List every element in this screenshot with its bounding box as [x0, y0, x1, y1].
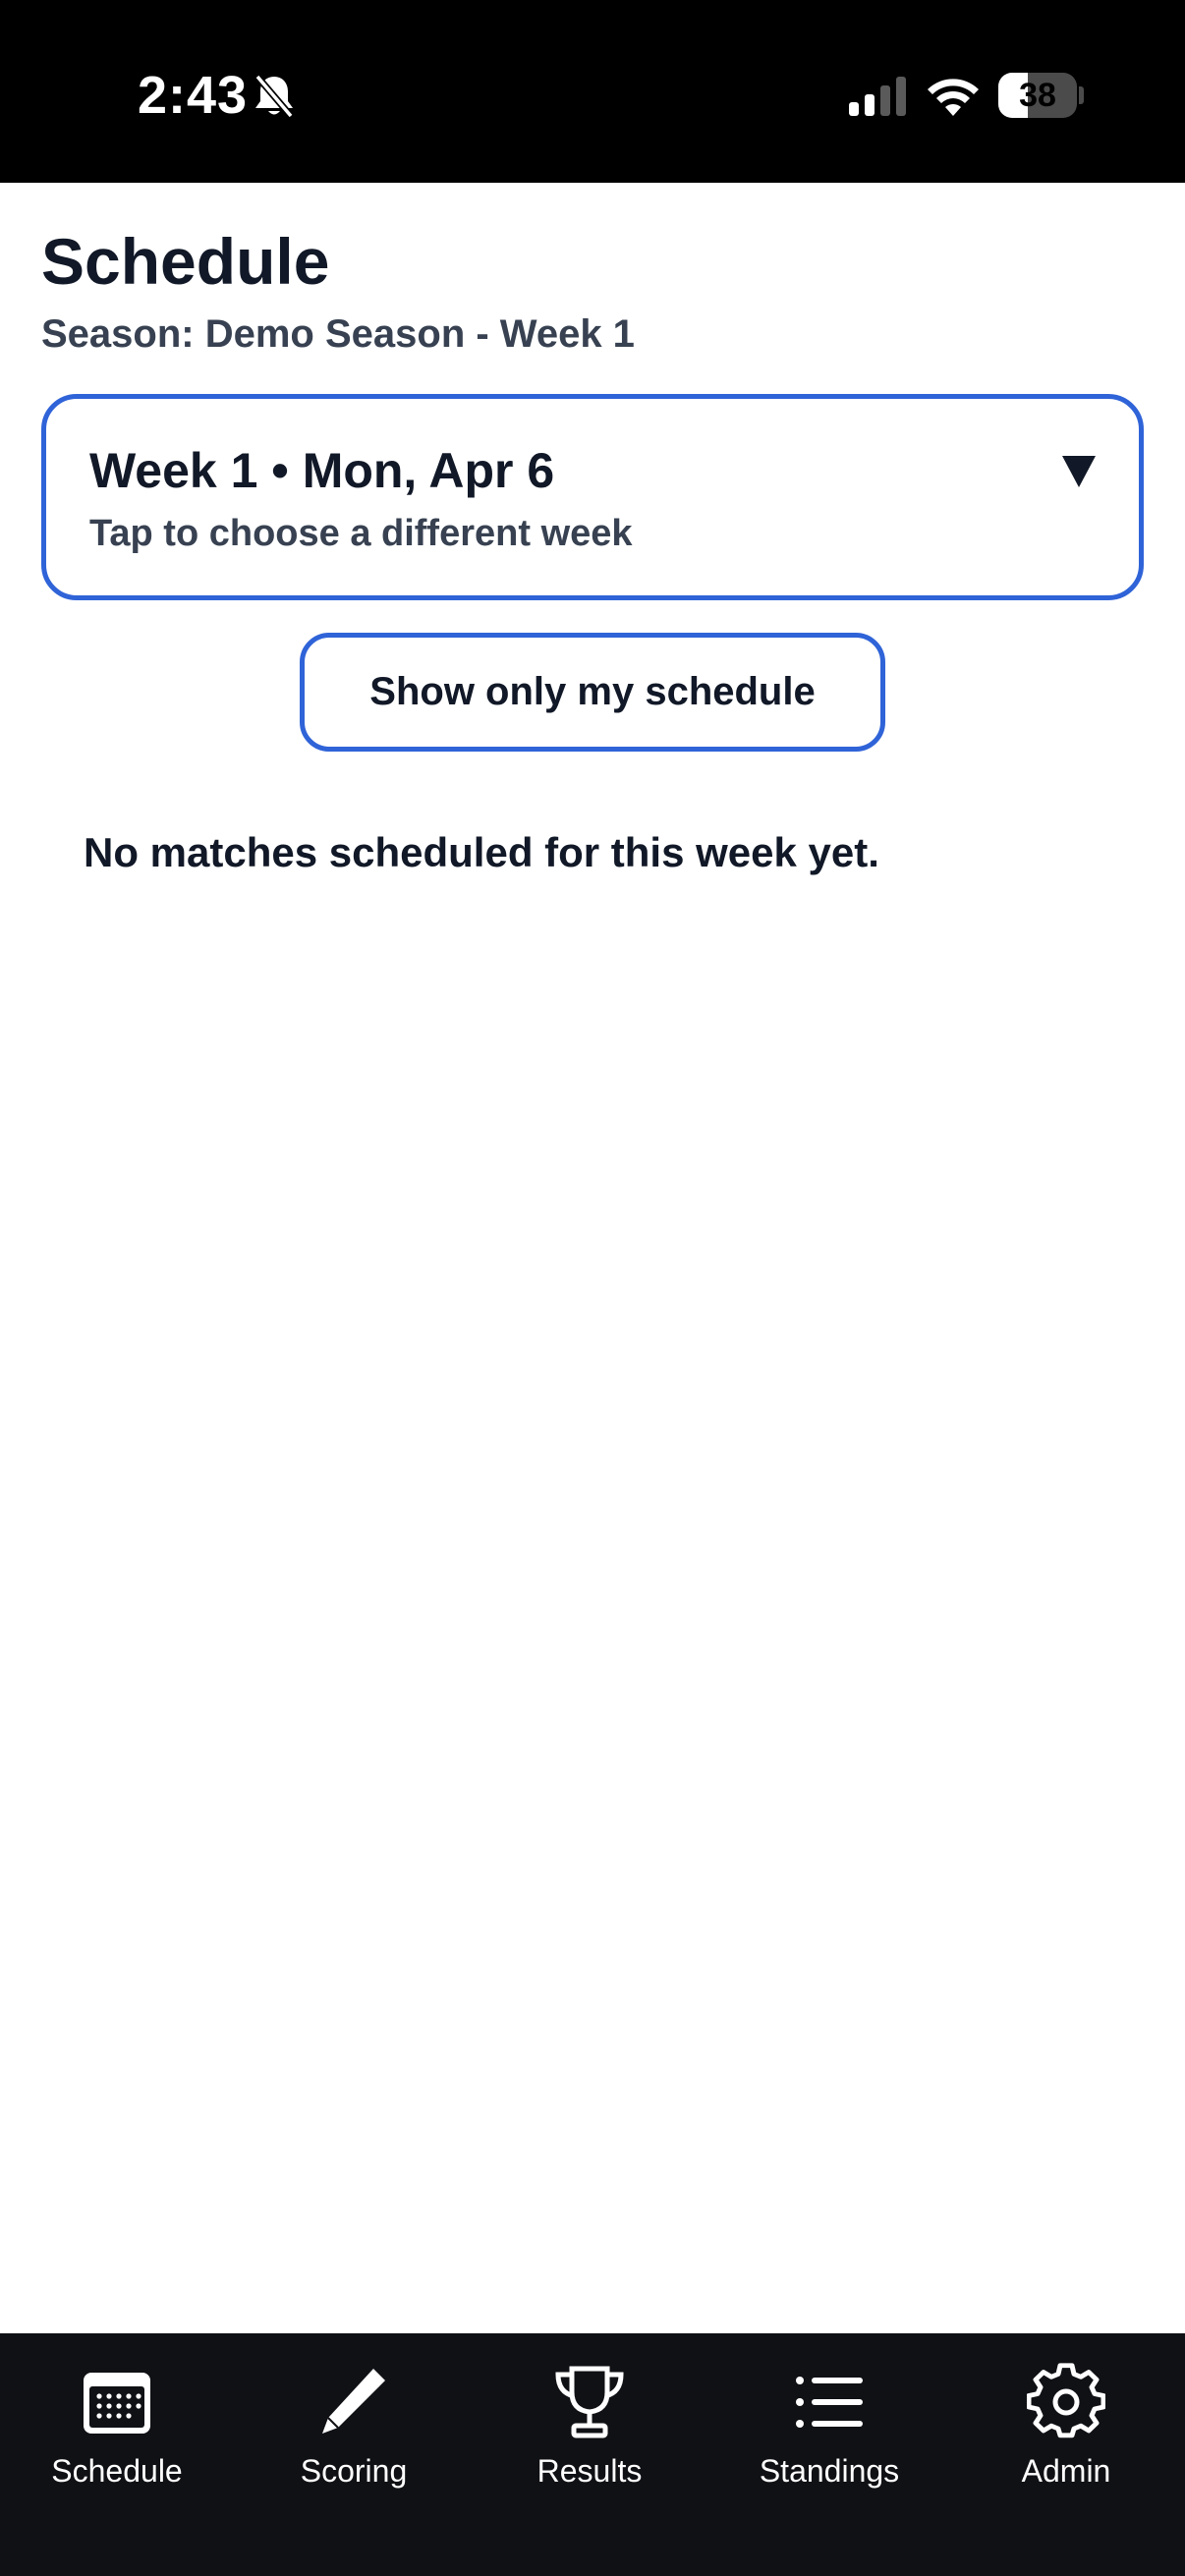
gear-icon	[1027, 2363, 1105, 2438]
wifi-icon	[928, 79, 979, 116]
tab-admin[interactable]: Admin	[948, 2353, 1184, 2500]
bell-slash-icon	[254, 74, 294, 119]
page-title: Schedule	[41, 225, 330, 298]
list-icon	[796, 2377, 863, 2428]
tab-label: Standings	[759, 2453, 900, 2489]
tab-label: Scoring	[300, 2453, 408, 2489]
week-selector-hint: Tap to choose a different week	[89, 513, 633, 554]
tab-standings[interactable]: Standings	[711, 2353, 947, 2500]
pencil-icon	[322, 2369, 385, 2434]
cellular-signal-icon	[849, 77, 906, 116]
dropdown-caret-icon	[1062, 456, 1096, 487]
tab-results[interactable]: Results	[472, 2353, 707, 2500]
tab-label: Results	[536, 2453, 643, 2489]
empty-state-message: No matches scheduled for this week yet.	[84, 829, 879, 875]
tab-schedule[interactable]: Schedule	[0, 2353, 235, 2500]
tab-scoring[interactable]: Scoring	[236, 2353, 472, 2500]
trophy-icon	[555, 2366, 624, 2438]
status-time: 2:43	[138, 66, 249, 125]
week-selector-title: Week 1 • Mon, Apr 6	[89, 443, 555, 498]
tab-label: Schedule	[51, 2453, 183, 2489]
season-label: Season: Demo Season - Week 1	[41, 312, 635, 356]
tab-label: Admin	[1021, 2453, 1111, 2489]
tab-bar: Schedule Scoring Results Standings Admin	[0, 2333, 1185, 2576]
status-bar: 2:43 38	[0, 0, 1185, 183]
show-my-schedule-button[interactable]: Show only my schedule	[300, 633, 885, 752]
battery-percent: 38	[1019, 77, 1056, 114]
week-selector[interactable]: Week 1 • Mon, Apr 6 Tap to choose a diff…	[41, 394, 1144, 600]
calendar-icon	[84, 2373, 150, 2434]
battery-icon: 38	[998, 73, 1084, 118]
